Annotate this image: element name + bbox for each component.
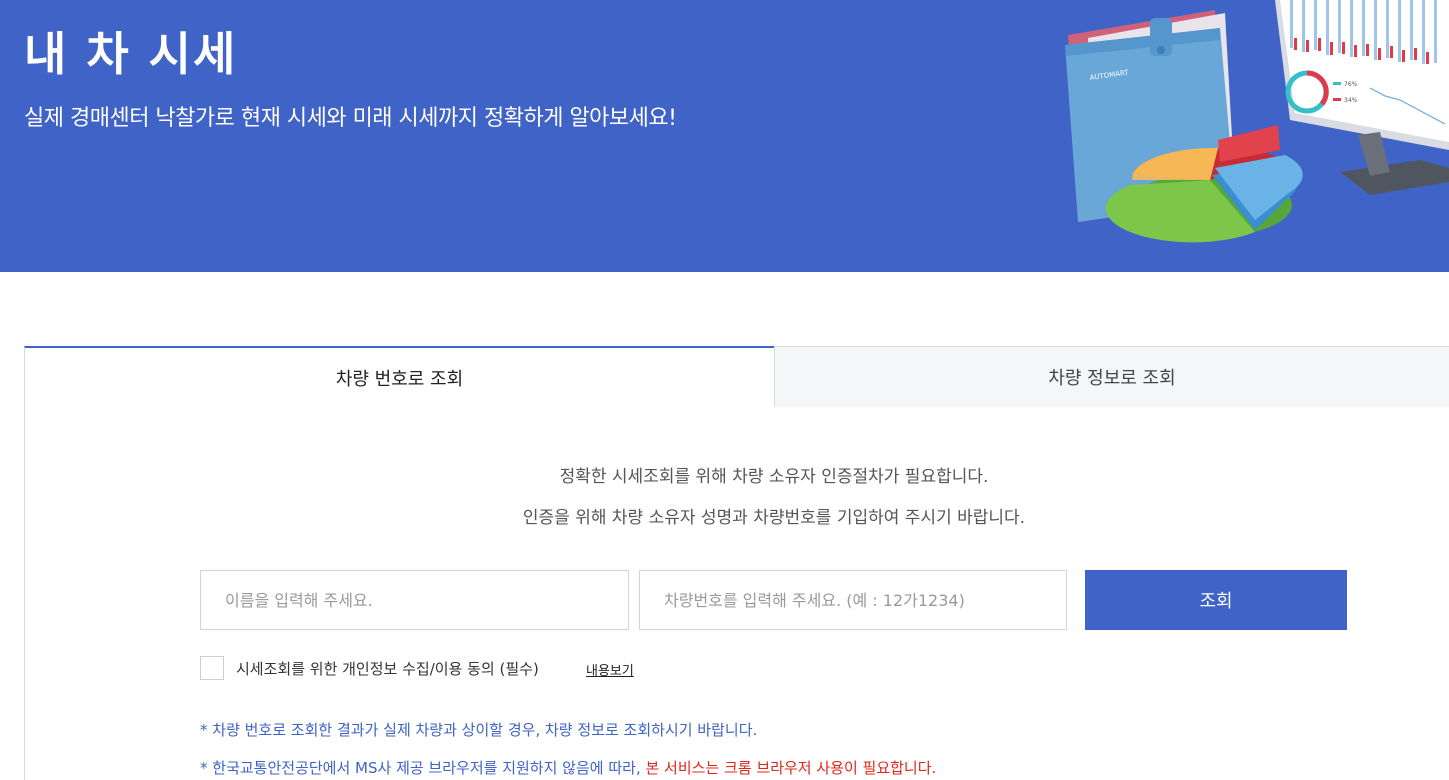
tab-label: 차량 정보로 조회 bbox=[1048, 368, 1176, 389]
tab-search-by-plate[interactable]: 차량 번호로 조회 bbox=[24, 346, 774, 408]
notice-browser: * 한국교통안전공단에서 MS사 제공 브라우저를 지원하지 않음에 따라, 본… bbox=[200, 757, 936, 778]
notice-plate-mismatch: * 차량 번호로 조회한 결과가 실제 차량과 상이할 경우, 차량 정보로 조… bbox=[200, 721, 758, 739]
svg-text:76%: 76% bbox=[1344, 81, 1358, 88]
notice-browser-warning: 본 서비스는 크롬 브라우저 사용이 필요합니다. bbox=[645, 759, 937, 777]
agreement-label: 시세조회를 위한 개인정보 수집/이용 동의 (필수) bbox=[236, 660, 539, 678]
monitor-graphic: 76% 34% bbox=[1275, 0, 1449, 195]
notice-line-1: 정확한 시세조회를 위해 차량 소유자 인증절차가 필요합니다. bbox=[559, 467, 989, 487]
hero-illustration: 76% 34% AUTOMART bbox=[1065, 0, 1449, 243]
plate-number-input[interactable] bbox=[639, 570, 1067, 630]
agreement-checkbox[interactable] bbox=[200, 656, 224, 680]
view-terms-link[interactable]: 내용보기 bbox=[586, 660, 634, 679]
notice-line-2: 인증을 위해 차량 소유자 성명과 차량번호를 기입하여 주시기 바랍니다. bbox=[522, 508, 1026, 528]
svg-text:34%: 34% bbox=[1344, 97, 1358, 104]
notice-browser-text: * 한국교통안전공단에서 MS사 제공 브라우저를 지원하지 않음에 따라, bbox=[200, 759, 646, 777]
search-tabs: 차량 번호로 조회 차량 정보로 조회 bbox=[24, 346, 1449, 408]
hero-banner: 내 차 시세 실제 경매센터 낙찰가로 현재 시세와 미래 시세까지 정확하게 … bbox=[0, 0, 1449, 272]
tab-label: 차량 번호로 조회 bbox=[335, 369, 464, 390]
owner-name-input[interactable] bbox=[200, 570, 629, 630]
page-subtitle: 실제 경매센터 낙찰가로 현재 시세와 미래 시세까지 정확하게 알아보세요! bbox=[24, 106, 677, 131]
page-title: 내 차 시세 bbox=[24, 27, 238, 81]
tab-search-by-info[interactable]: 차량 정보로 조회 bbox=[774, 346, 1449, 408]
search-button[interactable]: 조회 bbox=[1085, 570, 1347, 630]
